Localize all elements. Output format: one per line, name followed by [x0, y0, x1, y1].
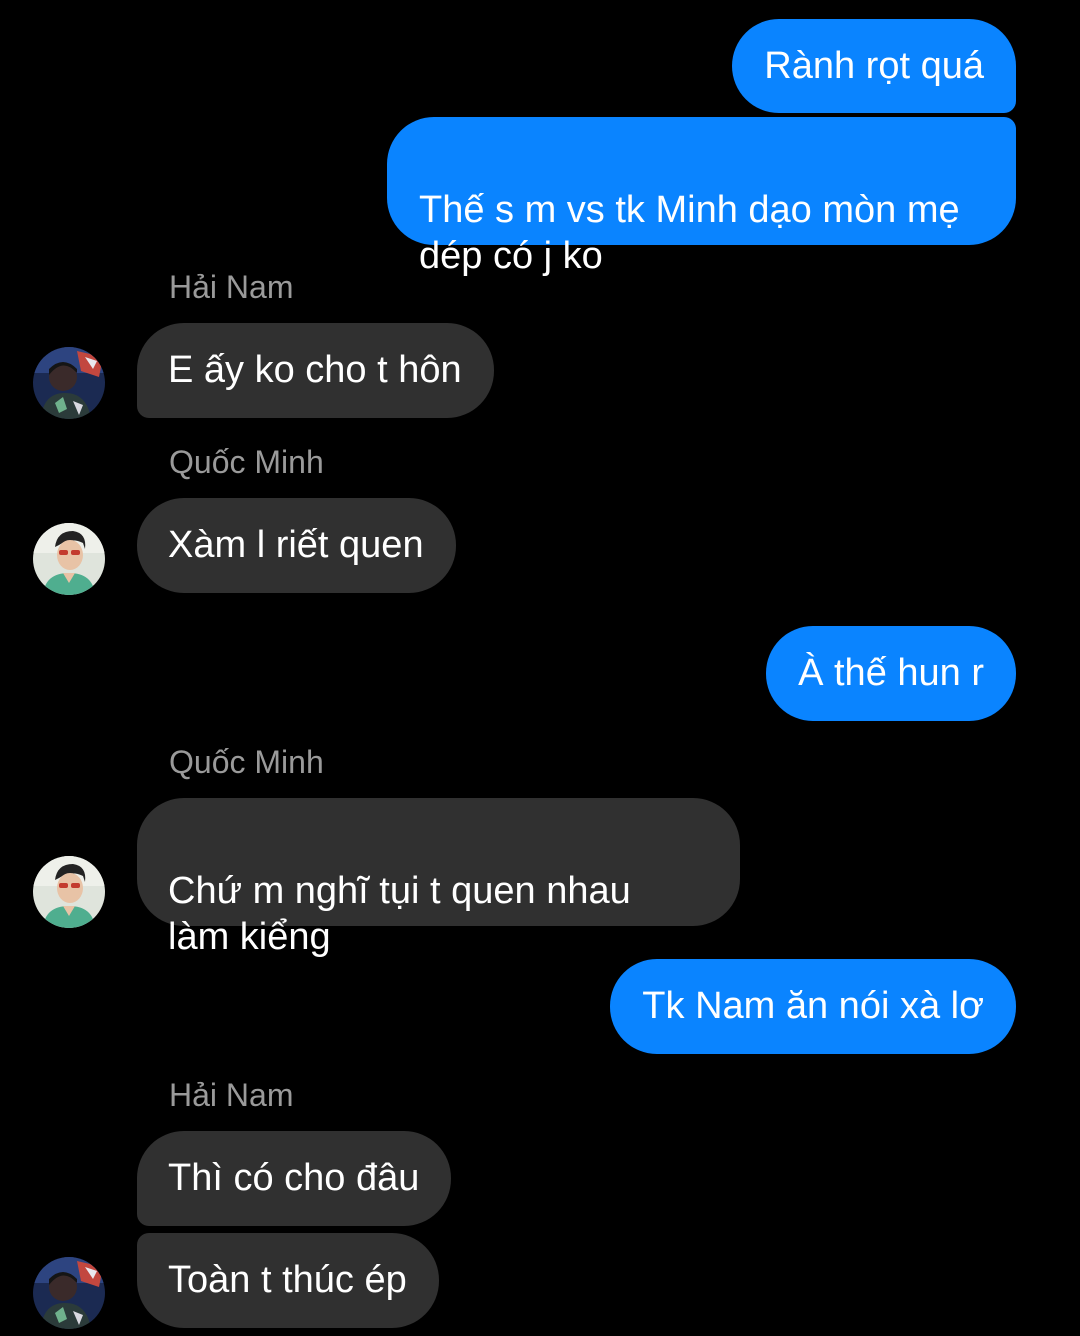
avatar-quoc-minh[interactable] [33, 523, 105, 595]
outgoing-message-bubble[interactable]: Thế s m vs tk Minh dạo mòn mẹ dép có j k… [387, 117, 1016, 277]
avatar-photo-icon [33, 856, 105, 928]
outgoing-message-bubble[interactable]: Rành rọt quá [732, 19, 1016, 113]
incoming-message-bubble[interactable]: Toàn t thúc ép [137, 1233, 439, 1328]
message-text: E ấy ko cho t hôn [168, 349, 462, 391]
message-text: Xàm l riết quen [168, 524, 424, 566]
avatar-hai-nam[interactable] [33, 1257, 105, 1329]
outgoing-message-bubble[interactable]: Tk Nam ăn nói xà lơ [610, 959, 1016, 1054]
message-text: Rành rọt quá [764, 45, 984, 87]
incoming-message-bubble[interactable]: E ấy ko cho t hôn [137, 323, 494, 418]
sender-name: Hải Nam [169, 269, 294, 305]
avatar-quoc-minh[interactable] [33, 856, 105, 928]
sender-name: Quốc Minh [169, 744, 324, 780]
incoming-message-bubble[interactable]: Chứ m nghĩ tụi t quen nhau làm kiểng [137, 798, 740, 958]
incoming-message-bubble[interactable]: Thì có cho đâu [137, 1131, 452, 1226]
message-text: Tk Nam ăn nói xà lơ [642, 985, 984, 1027]
message-text: Thì có cho đâu [168, 1157, 420, 1199]
avatar-photo-icon [33, 1257, 105, 1329]
message-text: Thế s m vs tk Minh dạo mòn mẹ dép có j k… [419, 189, 960, 277]
message-text: À thế hun r [798, 652, 984, 694]
outgoing-message-bubble[interactable]: À thế hun r [766, 626, 1016, 721]
avatar-hai-nam[interactable] [33, 347, 105, 419]
message-text: Chứ m nghĩ tụi t quen nhau làm kiểng [168, 870, 631, 958]
message-text: Toàn t thúc ép [168, 1259, 407, 1301]
avatar-photo-icon [33, 347, 105, 419]
incoming-message-bubble[interactable]: Xàm l riết quen [137, 498, 456, 593]
avatar-photo-icon [33, 523, 105, 595]
sender-name: Hải Nam [169, 1077, 294, 1113]
sender-name: Quốc Minh [169, 444, 324, 480]
